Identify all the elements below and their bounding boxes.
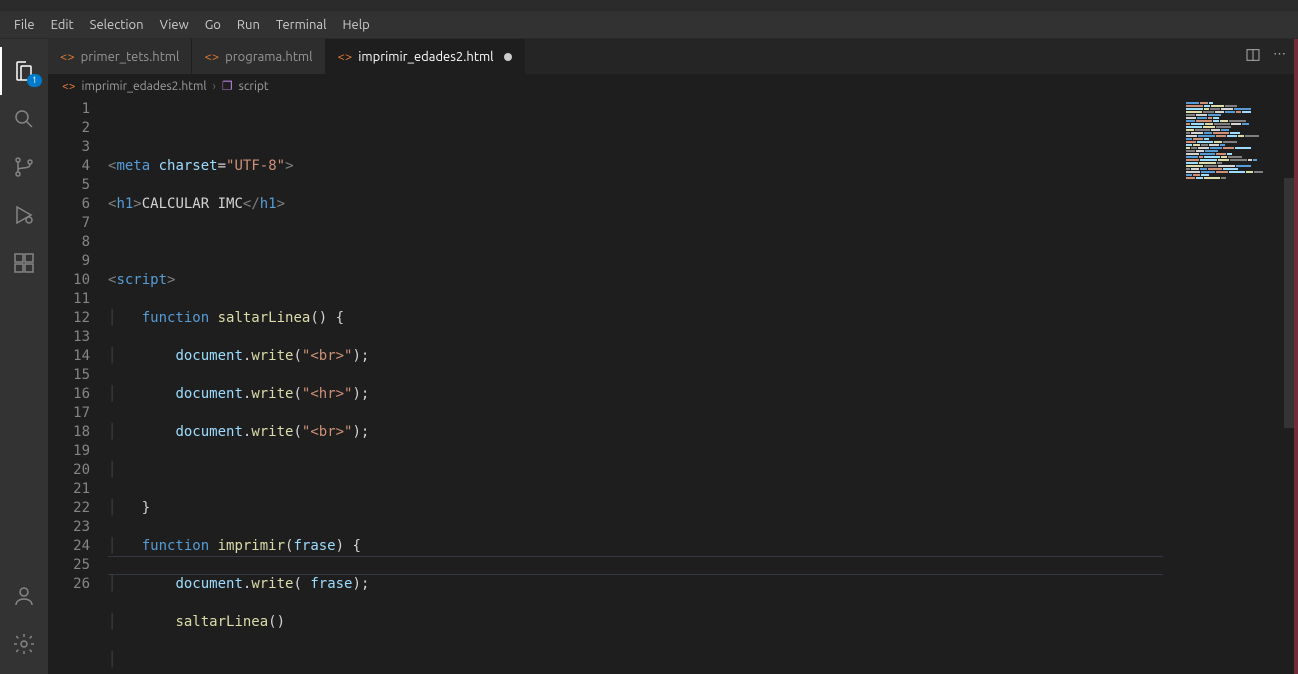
menu-view[interactable]: View <box>152 14 197 36</box>
menu-file[interactable]: File <box>6 14 43 36</box>
play-bug-icon <box>12 203 36 227</box>
titlebar-stub <box>0 0 1298 11</box>
tab-imprimir-edades2[interactable]: <> imprimir_edades2.html <box>326 39 525 74</box>
git-branch-icon <box>12 155 36 179</box>
menu-edit[interactable]: Edit <box>43 14 82 36</box>
editor-region: <> primer_tets.html <> programa.html <> … <box>48 39 1298 674</box>
search-icon <box>12 107 36 131</box>
minimap[interactable] <box>1184 98 1284 674</box>
tablist: <> primer_tets.html <> programa.html <> … <box>48 39 1298 74</box>
activity-explorer[interactable]: 1 <box>0 47 48 95</box>
tab-actions: ⋯ <box>1245 47 1298 66</box>
activitybar-bottom <box>0 572 48 668</box>
breadcrumb-symbol[interactable]: script <box>239 80 269 93</box>
tab-label: programa.html <box>225 50 312 64</box>
tab-label: primer_tets.html <box>81 50 180 64</box>
activity-accounts[interactable] <box>0 572 48 620</box>
code-area[interactable]: <meta charset="UTF-8"> <h1>CALCULAR IMC<… <box>108 98 1298 674</box>
menu-terminal[interactable]: Terminal <box>268 14 335 36</box>
scrollbar-thumb[interactable] <box>1284 178 1294 428</box>
line-gutter: 1234567891011121314151617181920212223242… <box>48 98 108 674</box>
html-file-icon: <> <box>204 50 219 64</box>
tab-primer-tets[interactable]: <> primer_tets.html <box>48 39 192 74</box>
chevron-right-icon: › <box>212 80 215 93</box>
menu-selection[interactable]: Selection <box>82 14 152 36</box>
menu-run[interactable]: Run <box>229 14 268 36</box>
symbol-icon: ❐ <box>222 79 233 93</box>
main-layout: 1 <> primer_tets.html <box>0 39 1298 674</box>
breadcrumb-file[interactable]: imprimir_edades2.html <box>82 80 207 93</box>
activitybar: 1 <box>0 39 48 674</box>
tab-label: imprimir_edades2.html <box>358 50 493 64</box>
menubar: File Edit Selection View Go Run Terminal… <box>0 11 1298 39</box>
html-file-icon: <> <box>338 50 353 64</box>
menu-help[interactable]: Help <box>334 14 377 36</box>
breadcrumb[interactable]: <> imprimir_edades2.html › ❐ script <box>48 74 1298 98</box>
activity-search[interactable] <box>0 95 48 143</box>
window-right-edge <box>1294 39 1298 674</box>
html-file-icon: <> <box>60 50 75 64</box>
dirty-indicator-icon <box>504 53 512 61</box>
more-actions-icon[interactable]: ⋯ <box>1273 47 1286 66</box>
explorer-badge: 1 <box>27 74 42 87</box>
html-file-icon: <> <box>62 80 76 93</box>
tab-programa[interactable]: <> programa.html <box>192 39 325 74</box>
split-editor-icon[interactable] <box>1245 47 1261 66</box>
editor-body[interactable]: 1234567891011121314151617181920212223242… <box>48 98 1298 674</box>
current-line-highlight <box>108 556 1163 575</box>
activity-extensions[interactable] <box>0 239 48 287</box>
activity-source-control[interactable] <box>0 143 48 191</box>
extensions-icon <box>12 251 36 275</box>
menu-go[interactable]: Go <box>197 14 229 36</box>
activity-run-debug[interactable] <box>0 191 48 239</box>
user-icon <box>12 584 36 608</box>
activity-settings[interactable] <box>0 620 48 668</box>
gear-icon <box>12 632 36 656</box>
